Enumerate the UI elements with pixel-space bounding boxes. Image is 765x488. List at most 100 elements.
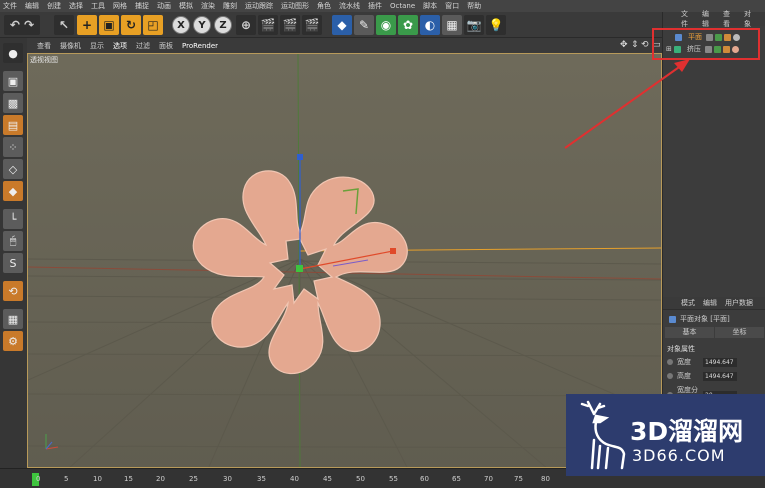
animate-dot-icon[interactable] <box>667 373 673 379</box>
om-menu-file[interactable]: 文件 <box>681 9 694 29</box>
menu-select[interactable]: 选择 <box>69 1 83 11</box>
viewport-move-icon[interactable]: ✥ <box>620 40 628 50</box>
array-icon[interactable]: ✿ <box>398 15 418 35</box>
menu-character[interactable]: 角色 <box>317 1 331 11</box>
floor-icon[interactable]: ▦ <box>442 15 462 35</box>
y-axis-lock-icon[interactable]: Y <box>193 16 211 34</box>
tab-coord[interactable]: 坐标 <box>715 327 764 338</box>
menu-create[interactable]: 创建 <box>47 1 61 11</box>
menu-help[interactable]: 帮助 <box>467 1 481 11</box>
width-label: 宽度 <box>677 358 691 366</box>
timeline-tick: 35 <box>257 475 266 483</box>
axis-mode-icon[interactable]: └ <box>3 209 23 229</box>
gizmo-x-handle[interactable] <box>390 248 396 254</box>
watermark-brand: 3D溜溜网 <box>630 417 744 446</box>
move-tool-icon[interactable]: + <box>77 15 97 35</box>
menu-sculpt[interactable]: 雕刻 <box>223 1 237 11</box>
points-mode-icon[interactable]: ⁘ <box>3 137 23 157</box>
menu-snap[interactable]: 捕捉 <box>135 1 149 11</box>
height-field[interactable]: 高度 1494.647 <box>667 371 737 381</box>
menu-mograph[interactable]: 运动图形 <box>281 1 309 11</box>
model-mode-icon[interactable]: ▣ <box>3 71 23 91</box>
width-field[interactable]: 宽度 1494.647 <box>667 357 737 367</box>
gizmo-y-handle[interactable] <box>297 154 303 160</box>
deer-logo-icon <box>580 400 626 470</box>
watermark: 3D溜溜网 3D66.COM <box>566 394 765 476</box>
menu-animate[interactable]: 动画 <box>157 1 171 11</box>
tweak-mode-icon[interactable]: 🖱 <box>3 231 23 251</box>
om-menu-view[interactable]: 查看 <box>723 9 736 29</box>
render-picture-viewer-icon[interactable]: 🎬 <box>280 15 300 35</box>
camera-icon[interactable]: 📷 <box>464 15 484 35</box>
polygons-mode-icon[interactable]: ◆ <box>3 181 23 201</box>
locked-workplane-icon[interactable]: ⟲ <box>3 281 23 301</box>
make-editable-icon[interactable]: ● <box>3 43 23 63</box>
menu-motion-tracking[interactable]: 运动跟踪 <box>245 1 273 11</box>
animate-dot-icon[interactable] <box>667 359 673 365</box>
x-axis-lock-icon[interactable]: X <box>172 16 190 34</box>
workplane-icon[interactable]: ▤ <box>3 115 23 135</box>
snap-icon[interactable]: S <box>3 253 23 273</box>
om-menu-edit[interactable]: 编辑 <box>702 9 715 29</box>
timeline-tick: 30 <box>223 475 232 483</box>
menu-edit[interactable]: 编辑 <box>25 1 39 11</box>
menu-window[interactable]: 窗口 <box>445 1 459 11</box>
viewport-zoom-icon[interactable]: ⇕ <box>631 40 639 50</box>
timeline-tick: 40 <box>290 475 299 483</box>
menu-file[interactable]: 文件 <box>3 1 17 11</box>
render-settings-icon[interactable]: 🎬 <box>302 15 322 35</box>
attribute-manager-menu: 模式 编辑 用户数据 <box>663 297 765 310</box>
scale-tool-icon[interactable]: ▣ <box>99 15 119 35</box>
viewport-label: 透视视图 <box>30 56 58 64</box>
gizmo-center-handle[interactable] <box>296 265 303 272</box>
am-menu-mode[interactable]: 模式 <box>681 298 695 308</box>
texture-mode-icon[interactable]: ▩ <box>3 93 23 113</box>
rotate-tool-icon[interactable]: ↻ <box>121 15 141 35</box>
timeline-tick: 25 <box>189 475 198 483</box>
attribute-manager: 模式 编辑 用户数据 平面对象 [平面] 基本 坐标 对象属性 宽度 1494.… <box>662 297 765 404</box>
menu-pipeline[interactable]: 流水线 <box>339 1 360 11</box>
coordinate-system-icon[interactable]: ⊕ <box>236 15 256 35</box>
edges-mode-icon[interactable]: ◇ <box>3 159 23 179</box>
undo-button[interactable]: ↶ ↷ <box>4 15 40 35</box>
planar-workplane-icon[interactable]: ▦ <box>3 309 23 329</box>
timeline-tick: 0 <box>36 475 41 483</box>
cube-icon[interactable]: ◆ <box>332 15 352 35</box>
highlight-box <box>652 28 760 60</box>
viewport-menu-view[interactable]: 查看 <box>37 41 51 51</box>
am-menu-edit[interactable]: 编辑 <box>703 298 717 308</box>
menu-octane[interactable]: Octane <box>390 2 415 10</box>
om-menu-object[interactable]: 对象 <box>744 9 757 29</box>
viewport-menu-filter[interactable]: 过滤 <box>136 41 150 51</box>
am-menu-userdata[interactable]: 用户数据 <box>725 298 753 308</box>
menu-plugins[interactable]: 插件 <box>368 1 382 11</box>
recent-tool-icon[interactable]: ◰ <box>143 15 163 35</box>
viewport-menu-prorender[interactable]: ProRender <box>182 42 218 50</box>
pen-icon[interactable]: ✎ <box>354 15 374 35</box>
menu-simulate[interactable]: 模拟 <box>179 1 193 11</box>
tab-basic[interactable]: 基本 <box>665 327 714 338</box>
light-icon[interactable]: 💡 <box>486 15 506 35</box>
main-toolbar: ↶ ↷ ↖ + ▣ ↻ ◰ X Y Z ⊕ 🎬 🎬 🎬 ◆ ✎ ◉ ✿ ◐ ▦ … <box>0 12 662 38</box>
timeline-tick: 75 <box>514 475 523 483</box>
render-view-icon[interactable]: 🎬 <box>258 15 278 35</box>
menu-mesh[interactable]: 网格 <box>113 1 127 11</box>
attribute-object-title: 平面对象 [平面] <box>669 314 730 324</box>
subdivision-icon[interactable]: ◉ <box>376 15 396 35</box>
width-input[interactable]: 1494.647 <box>703 357 737 367</box>
z-axis-lock-icon[interactable]: Z <box>214 16 232 34</box>
viewport-menu-panel[interactable]: 面板 <box>159 41 173 51</box>
menu-tools[interactable]: 工具 <box>91 1 105 11</box>
menu-render[interactable]: 渲染 <box>201 1 215 11</box>
viewport-menu-display[interactable]: 显示 <box>90 41 104 51</box>
viewport-menu-cameras[interactable]: 摄像机 <box>60 41 81 51</box>
menu-bar: 文件 编辑 创建 选择 工具 网格 捕捉 动画 模拟 渲染 雕刻 运动跟踪 运动… <box>0 0 765 12</box>
viewport-menu-options[interactable]: 选项 <box>113 41 127 51</box>
viewport-rotate-icon[interactable]: ⟲ <box>641 40 649 50</box>
select-tool-icon[interactable]: ↖ <box>54 15 74 35</box>
left-toolbar: ● ▣ ▩ ▤ ⁘ ◇ ◆ └ 🖱 S ⟲ ▦ ⚙ <box>0 38 27 468</box>
quantize-icon[interactable]: ⚙ <box>3 331 23 351</box>
deformer-icon[interactable]: ◐ <box>420 15 440 35</box>
height-input[interactable]: 1494.647 <box>703 371 737 381</box>
menu-script[interactable]: 脚本 <box>423 1 437 11</box>
